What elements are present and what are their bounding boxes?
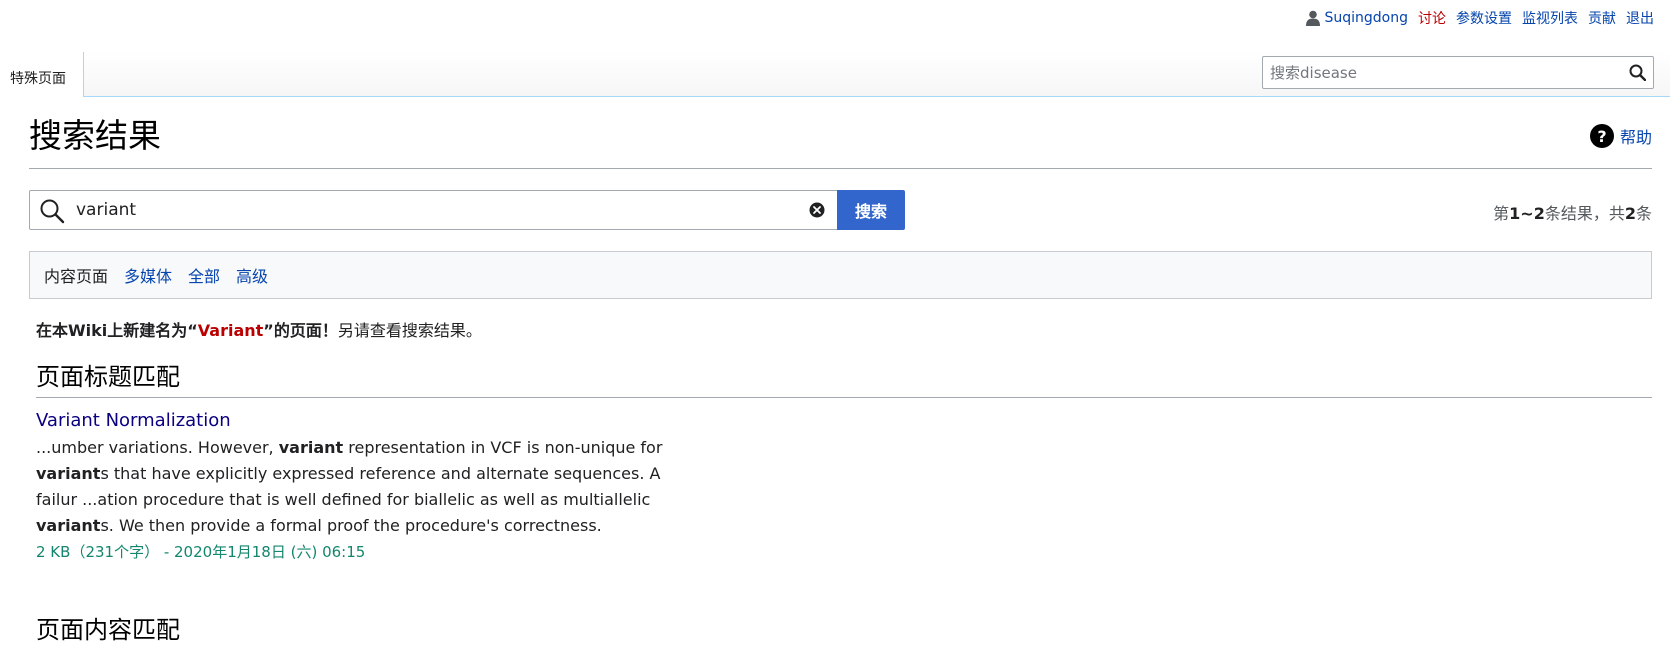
create-page-link[interactable]: Variant [198,321,264,340]
create-page-notice: 在本Wiki上新建名为“Variant”的页面！另请查看搜索结果。 [36,321,482,340]
search-box [29,190,838,230]
username: Suqingdong [1324,10,1408,26]
user-page-link[interactable]: Suqingdong [1306,10,1408,26]
preferences-link[interactable]: 参数设置 [1456,8,1512,28]
clear-icon[interactable] [809,202,825,218]
profile-all[interactable]: 全部 [188,263,220,287]
search-row: 搜索 第1~2条结果，共2条 [29,190,1652,230]
help-label: 帮助 [1619,128,1652,147]
help-icon: ? [1589,124,1614,148]
contributions-link[interactable]: 贡献 [1588,8,1616,28]
talk-link[interactable]: 讨论 [1418,8,1446,28]
top-search-input[interactable] [1263,57,1603,88]
search-button[interactable]: 搜索 [837,190,905,230]
search-profile-tabs: 内容页面 多媒体 全部 高级 [29,251,1652,299]
title-matches-heading: 页面标题匹配 [36,362,1652,398]
result-metadata: 2 KB（231个字） - 2020年1月18日 (六) 06:15 [36,543,366,561]
search-match-highlight: variant [278,438,344,457]
help-link[interactable]: ? 帮助 [1589,124,1652,148]
top-search-box [1262,56,1654,89]
page-title: 搜索结果 [29,110,1652,169]
search-match-highlight: variant [36,464,101,483]
tab-bar: 特殊页面 [0,52,1670,97]
main-content: 搜索结果 ? 帮助 搜索 第1~2条结果，共2条 内容页面 多媒体 全部 高级 … [29,110,1652,644]
logout-link[interactable]: 退出 [1626,8,1654,28]
search-input[interactable] [76,191,776,229]
search-result: Variant Normalization ...umber variation… [36,408,676,565]
user-icon [1306,10,1321,26]
content-matches-heading: 页面内容匹配 [36,615,1652,647]
profile-content-pages[interactable]: 内容页面 [44,263,108,287]
profile-advanced[interactable]: 高级 [236,263,268,287]
result-title-link[interactable]: Variant Normalization [36,408,676,434]
tab-special-page[interactable]: 特殊页面 [0,52,84,97]
result-snippet: ...umber variations. However, variant re… [36,438,663,535]
search-icon[interactable] [1629,64,1646,81]
search-match-highlight: variant [36,516,101,535]
watchlist-link[interactable]: 监视列表 [1522,8,1578,28]
personal-tools: Suqingdong 讨论 参数设置 监视列表 贡献 退出 [1306,8,1654,28]
profile-multimedia[interactable]: 多媒体 [124,263,172,287]
result-count: 第1~2条结果，共2条 [1493,204,1652,223]
magnifier-icon [40,199,65,224]
